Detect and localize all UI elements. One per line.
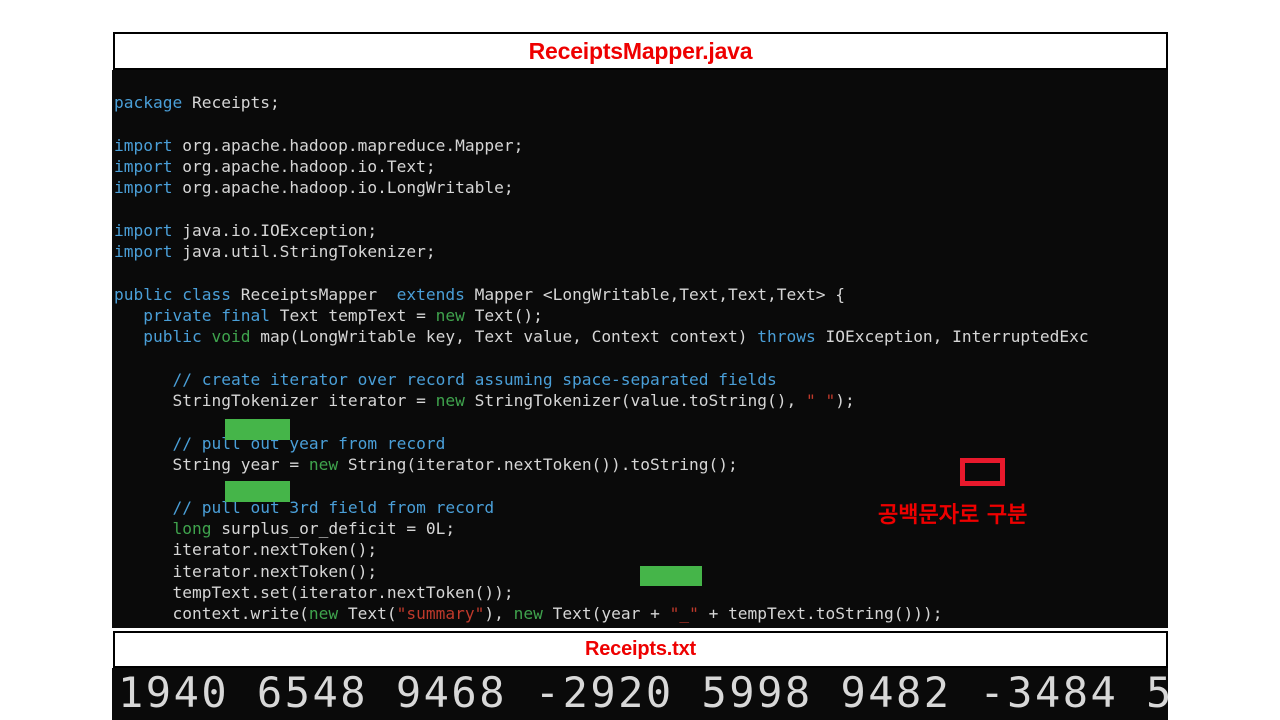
- java-code-panel: package Receipts; import org.apache.hado…: [112, 70, 1168, 628]
- highlight-marker-2: [225, 481, 290, 502]
- receipts-file-title: Receipts.txt: [585, 638, 696, 660]
- receipts-data-panel: 1940 6548 9468 -2920 5998 9482 -3484 550…: [112, 668, 1168, 720]
- slide-canvas: ReceiptsMapper.java package Receipts; im…: [0, 0, 1280, 720]
- delimiter-annotation: 공백문자로 구분: [878, 503, 1028, 528]
- java-source-code: package Receipts; import org.apache.hado…: [114, 93, 1089, 628]
- receipts-data-row: 1940 6548 9468 -2920 5998 9482 -3484 550…: [118, 668, 1168, 717]
- mapper-file-title: ReceiptsMapper.java: [528, 37, 753, 64]
- highlight-marker-1: [225, 419, 290, 440]
- delimiter-literal-callout-box: [960, 458, 1005, 486]
- highlight-marker-3: [640, 566, 702, 586]
- mapper-file-title-box: ReceiptsMapper.java: [113, 32, 1168, 70]
- receipts-file-title-box: Receipts.txt: [113, 631, 1168, 668]
